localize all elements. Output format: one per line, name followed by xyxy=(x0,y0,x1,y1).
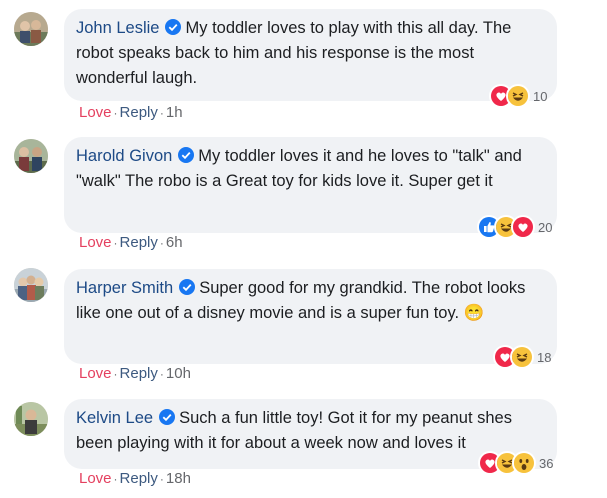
avatar[interactable] xyxy=(14,268,48,302)
separator: · xyxy=(159,236,164,250)
timestamp[interactable]: 18h xyxy=(166,470,191,487)
comment-bubble: Harper Smith Super good for my grandkid. … xyxy=(64,269,557,364)
love-reaction-button[interactable]: Love xyxy=(79,365,112,382)
verified-badge-icon xyxy=(179,279,196,295)
separator: · xyxy=(113,236,118,250)
comment-item: Harper Smith Super good for my grandkid. … xyxy=(0,255,607,390)
separator: · xyxy=(113,367,118,381)
verified-badge-icon xyxy=(178,147,195,163)
reaction-summary[interactable]: 10 xyxy=(489,84,548,108)
comment-item: Harold Givon My toddler loves it and he l… xyxy=(0,125,607,255)
reaction-summary[interactable]: 20 xyxy=(477,215,553,239)
timestamp[interactable]: 10h xyxy=(166,365,191,382)
verified-badge-icon xyxy=(159,409,176,425)
verified-badge-icon xyxy=(165,19,182,35)
reply-button[interactable]: Reply xyxy=(120,104,158,121)
reply-button[interactable]: Reply xyxy=(120,234,158,251)
comment-actions: Love · Reply · 18h xyxy=(79,470,191,487)
reply-button[interactable]: Reply xyxy=(120,470,158,487)
comment-bubble: John Leslie My toddler loves to play with… xyxy=(64,9,557,101)
love-reaction-button[interactable]: Love xyxy=(79,234,112,251)
wow-icon xyxy=(512,451,536,475)
reaction-count: 18 xyxy=(537,349,552,365)
love-icon xyxy=(511,215,535,239)
comment-item: John Leslie My toddler loves to play with… xyxy=(0,0,607,125)
avatar[interactable] xyxy=(14,12,48,46)
reaction-count: 36 xyxy=(539,455,554,471)
reply-button[interactable]: Reply xyxy=(120,365,158,382)
comment-actions: Love · Reply · 10h xyxy=(79,365,191,382)
separator: · xyxy=(113,472,118,486)
reaction-summary[interactable]: 36 xyxy=(478,451,554,475)
avatar[interactable] xyxy=(14,139,48,173)
love-reaction-button[interactable]: Love xyxy=(79,104,112,121)
separator: · xyxy=(113,106,118,120)
commenter-name[interactable]: Harold Givon xyxy=(76,147,172,165)
avatar[interactable] xyxy=(14,402,48,436)
reaction-count: 10 xyxy=(533,88,548,104)
separator: · xyxy=(159,367,164,381)
commenter-name[interactable]: John Leslie xyxy=(76,19,159,37)
reaction-summary[interactable]: 18 xyxy=(493,345,552,369)
love-reaction-button[interactable]: Love xyxy=(79,470,112,487)
separator: · xyxy=(159,106,164,120)
comment-actions: Love · Reply · 6h xyxy=(79,234,183,251)
comment-actions: Love · Reply · 1h xyxy=(79,104,183,121)
separator: · xyxy=(159,472,164,486)
commenter-name[interactable]: Kelvin Lee xyxy=(76,409,153,427)
laugh-icon xyxy=(506,84,530,108)
timestamp[interactable]: 6h xyxy=(166,234,183,251)
laugh-icon xyxy=(510,345,534,369)
comment-item: Kelvin Lee Such a fun little toy! Got it … xyxy=(0,390,607,498)
reaction-count: 20 xyxy=(538,219,553,235)
commenter-name[interactable]: Harper Smith xyxy=(76,279,173,297)
timestamp[interactable]: 1h xyxy=(166,104,183,121)
